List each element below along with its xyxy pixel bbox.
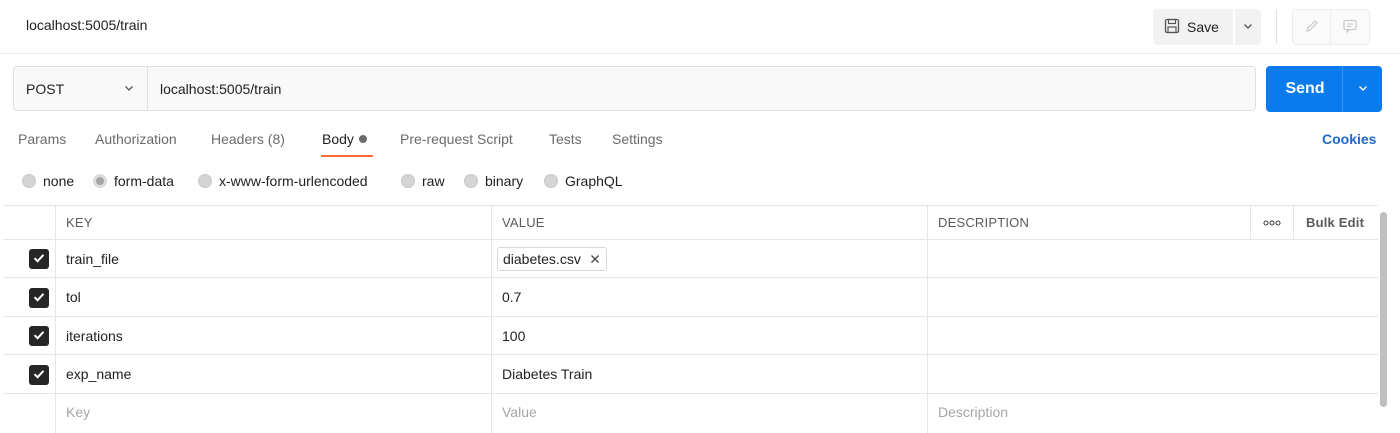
tab-body-label: Body bbox=[322, 131, 354, 147]
save-group: Save bbox=[1153, 9, 1261, 45]
row-key[interactable]: exp_name bbox=[66, 355, 131, 393]
save-label: Save bbox=[1187, 19, 1219, 35]
comments-button[interactable] bbox=[1330, 9, 1370, 45]
check-icon bbox=[32, 251, 46, 268]
check-icon bbox=[32, 328, 46, 345]
new-description-input[interactable]: Description bbox=[938, 394, 1008, 429]
bulk-edit-button[interactable]: Bulk Edit bbox=[1306, 206, 1364, 239]
chevron-down-icon bbox=[1357, 81, 1369, 97]
pencil-icon bbox=[1304, 18, 1320, 37]
radio-circle-icon bbox=[401, 174, 415, 188]
tab-headers[interactable]: Headers (8) bbox=[211, 131, 285, 147]
table-row: train_file diabetes.csv bbox=[3, 239, 1378, 277]
floppy-disk-icon bbox=[1164, 18, 1180, 37]
more-options-icon[interactable] bbox=[1263, 206, 1281, 239]
check-icon bbox=[32, 290, 46, 307]
cookies-link[interactable]: Cookies bbox=[1322, 131, 1376, 147]
divider bbox=[1276, 10, 1277, 44]
table-row: iterations 100 bbox=[3, 316, 1378, 354]
chevron-down-icon bbox=[123, 81, 135, 97]
edit-button[interactable] bbox=[1292, 9, 1332, 45]
radio-circle-icon bbox=[464, 174, 478, 188]
row-value[interactable]: 0.7 bbox=[502, 278, 521, 316]
new-value-input[interactable]: Value bbox=[502, 394, 537, 429]
table-row-new: Key Value Description bbox=[3, 393, 1378, 429]
url-bar: POST bbox=[13, 66, 1256, 111]
radio-label: form-data bbox=[114, 173, 174, 189]
radio-label: binary bbox=[485, 173, 524, 189]
radio-circle-icon bbox=[198, 174, 212, 188]
method-label: POST bbox=[26, 80, 65, 97]
check-icon bbox=[32, 367, 46, 384]
header-value: VALUE bbox=[502, 215, 545, 230]
row-key[interactable]: train_file bbox=[66, 240, 119, 277]
tab-authorization[interactable]: Authorization bbox=[95, 131, 177, 147]
active-tab-indicator bbox=[321, 155, 373, 157]
radio-selected-icon bbox=[93, 174, 107, 188]
row-checkbox[interactable] bbox=[29, 288, 49, 308]
file-chip: diabetes.csv bbox=[497, 246, 607, 271]
tab-tests[interactable]: Tests bbox=[549, 131, 582, 147]
radio-circle-icon bbox=[544, 174, 558, 188]
radio-form-data[interactable]: form-data bbox=[93, 173, 174, 189]
send-options-button[interactable] bbox=[1342, 66, 1382, 112]
table-header-row: KEY VALUE DESCRIPTION Bulk Edit bbox=[3, 205, 1378, 239]
top-bar: localhost:5005/train Save bbox=[0, 0, 1400, 54]
tab-pre-request-script[interactable]: Pre-request Script bbox=[400, 131, 513, 147]
comment-icon bbox=[1342, 18, 1358, 37]
row-key[interactable]: iterations bbox=[66, 317, 123, 354]
row-value[interactable]: 100 bbox=[502, 317, 525, 354]
method-select[interactable]: POST bbox=[14, 67, 148, 110]
tab-body[interactable]: Body bbox=[322, 131, 367, 147]
table-row: exp_name Diabetes Train bbox=[3, 354, 1378, 393]
radio-graphql[interactable]: GraphQL bbox=[544, 173, 623, 189]
vertical-scrollbar[interactable] bbox=[1380, 212, 1387, 407]
radio-label: none bbox=[43, 173, 75, 189]
save-button[interactable]: Save bbox=[1153, 9, 1233, 45]
row-key[interactable]: tol bbox=[66, 278, 81, 316]
row-checkbox[interactable] bbox=[29, 365, 49, 385]
radio-circle-icon bbox=[22, 174, 36, 188]
save-options-button[interactable] bbox=[1233, 9, 1261, 45]
chevron-down-icon bbox=[1242, 19, 1254, 35]
table-row: tol 0.7 bbox=[3, 277, 1378, 316]
row-value-file[interactable]: diabetes.csv bbox=[497, 240, 607, 277]
radio-label: raw bbox=[422, 173, 445, 189]
radio-label: x-www-form-urlencoded bbox=[219, 173, 368, 189]
tab-params[interactable]: Params bbox=[18, 131, 66, 147]
radio-label: GraphQL bbox=[565, 173, 623, 189]
radio-none[interactable]: none bbox=[22, 173, 74, 189]
file-name: diabetes.csv bbox=[503, 250, 581, 267]
close-icon[interactable] bbox=[590, 251, 600, 267]
header-key: KEY bbox=[66, 215, 93, 230]
tab-settings[interactable]: Settings bbox=[612, 131, 663, 147]
row-checkbox[interactable] bbox=[29, 249, 49, 269]
url-input[interactable] bbox=[148, 67, 1255, 110]
request-title[interactable]: localhost:5005/train bbox=[26, 17, 147, 33]
send-button-group: Send bbox=[1266, 66, 1382, 112]
new-key-input[interactable]: Key bbox=[66, 394, 90, 429]
send-button[interactable]: Send bbox=[1266, 66, 1342, 112]
header-description: DESCRIPTION bbox=[938, 215, 1030, 230]
row-value[interactable]: Diabetes Train bbox=[502, 355, 592, 393]
modified-dot-icon bbox=[358, 135, 367, 144]
row-checkbox[interactable] bbox=[29, 326, 49, 346]
radio-x-www-form-urlencoded[interactable]: x-www-form-urlencoded bbox=[198, 173, 368, 189]
radio-raw[interactable]: raw bbox=[401, 173, 445, 189]
radio-binary[interactable]: binary bbox=[464, 173, 523, 189]
